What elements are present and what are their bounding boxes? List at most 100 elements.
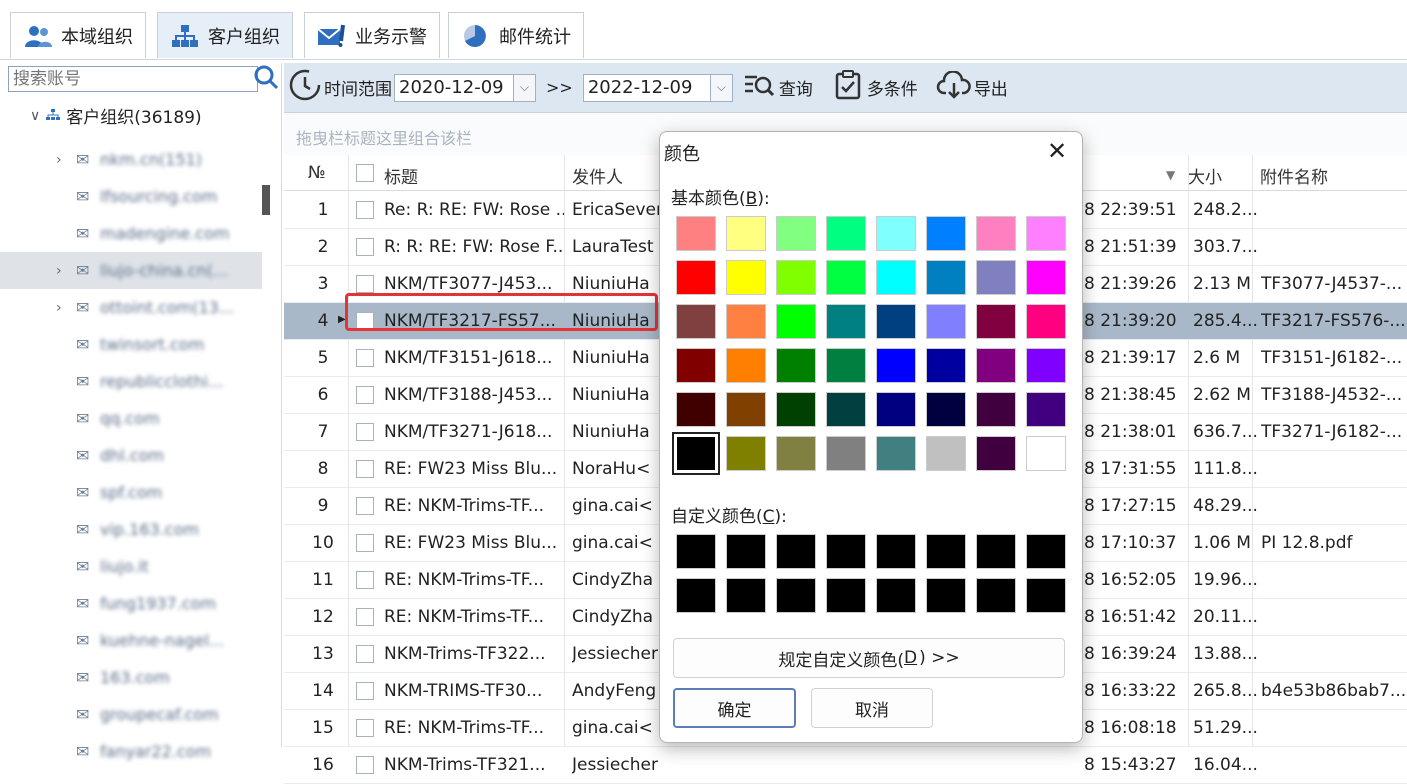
basic-color-swatch[interactable]: [826, 260, 866, 295]
chevron-down-icon[interactable]: ⌵: [710, 73, 733, 102]
basic-color-swatch[interactable]: [726, 436, 766, 471]
end-date-input[interactable]: 2022-12-09: [582, 73, 711, 102]
basic-color-swatch[interactable]: [876, 436, 916, 471]
basic-color-swatch[interactable]: [876, 216, 916, 251]
tree-item[interactable]: ✉ kuehne-nagel...: [0, 622, 262, 659]
start-date-input[interactable]: 2020-12-09: [394, 73, 514, 102]
tree-item[interactable]: ✉ fanyar22.com: [0, 733, 262, 770]
custom-color-swatch[interactable]: [776, 534, 816, 569]
basic-color-swatch[interactable]: [1026, 216, 1066, 251]
basic-color-swatch[interactable]: [776, 392, 816, 427]
tree-item[interactable]: ✉ fung1937.com: [0, 585, 262, 622]
tree-item[interactable]: ✉ qq.com: [0, 400, 262, 437]
custom-color-swatch[interactable]: [926, 578, 966, 613]
account-search-input[interactable]: [8, 66, 258, 92]
custom-color-swatch[interactable]: [976, 534, 1016, 569]
tree-item[interactable]: ✉ vip.163.com: [0, 511, 262, 548]
multi-condition-button[interactable]: 多条件: [835, 70, 918, 105]
row-checkbox[interactable]: [356, 571, 374, 589]
close-icon[interactable]: ✕: [1040, 136, 1074, 166]
basic-color-swatch[interactable]: [926, 304, 966, 339]
tab-local-org[interactable]: 本域组织: [10, 12, 146, 58]
basic-color-swatch[interactable]: [676, 216, 716, 251]
basic-color-swatch[interactable]: [826, 392, 866, 427]
row-checkbox[interactable]: [356, 386, 374, 404]
row-checkbox[interactable]: [356, 682, 374, 700]
basic-color-swatch[interactable]: [876, 348, 916, 383]
sort-desc-icon[interactable]: ▼: [1166, 168, 1175, 182]
tab-mail-stats[interactable]: 邮件统计: [448, 12, 584, 58]
custom-color-swatch[interactable]: [826, 534, 866, 569]
basic-color-swatch[interactable]: [776, 216, 816, 251]
row-checkbox[interactable]: [356, 201, 374, 219]
custom-color-swatch[interactable]: [876, 534, 916, 569]
basic-color-swatch[interactable]: [676, 348, 716, 383]
tree-item[interactable]: › ✉ ottoint.com(13...: [0, 289, 262, 326]
col-header-no[interactable]: №: [308, 163, 326, 183]
basic-color-swatch[interactable]: [976, 392, 1016, 427]
basic-color-swatch[interactable]: [876, 260, 916, 295]
custom-color-swatch[interactable]: [676, 534, 716, 569]
basic-color-swatch[interactable]: [676, 260, 716, 295]
basic-color-swatch[interactable]: [976, 304, 1016, 339]
basic-color-swatch[interactable]: [826, 304, 866, 339]
chevron-right-icon[interactable]: ›: [56, 300, 74, 316]
basic-color-swatch[interactable]: [976, 436, 1016, 471]
query-button[interactable]: 查询: [743, 72, 813, 103]
basic-color-swatch[interactable]: [726, 304, 766, 339]
basic-color-swatch[interactable]: [926, 348, 966, 383]
tree-item[interactable]: ✉ liujo.it: [0, 548, 262, 585]
basic-color-swatch[interactable]: [826, 216, 866, 251]
row-checkbox[interactable]: [356, 423, 374, 441]
tree-item[interactable]: ✉ twinsort.com: [0, 326, 262, 363]
basic-color-swatch[interactable]: [672, 432, 720, 475]
basic-color-swatch[interactable]: [826, 436, 866, 471]
basic-color-swatch[interactable]: [826, 348, 866, 383]
ok-button[interactable]: 确定: [673, 688, 796, 728]
custom-color-swatch[interactable]: [726, 534, 766, 569]
search-icon[interactable]: [252, 64, 280, 92]
col-header-attachment[interactable]: 附件名称: [1260, 163, 1328, 188]
chevron-down-icon[interactable]: ⌵: [514, 73, 536, 102]
row-checkbox[interactable]: [356, 460, 374, 478]
custom-color-swatch[interactable]: [1026, 578, 1066, 613]
basic-color-swatch[interactable]: [1026, 392, 1066, 427]
basic-color-swatch[interactable]: [676, 304, 716, 339]
custom-color-swatch[interactable]: [676, 578, 716, 613]
row-checkbox[interactable]: [356, 349, 374, 367]
basic-color-swatch[interactable]: [776, 348, 816, 383]
custom-color-swatch[interactable]: [726, 578, 766, 613]
col-header-sender[interactable]: 发件人: [572, 163, 623, 188]
basic-color-swatch[interactable]: [1026, 436, 1066, 471]
basic-color-swatch[interactable]: [876, 392, 916, 427]
basic-color-swatch[interactable]: [676, 392, 716, 427]
tree-item[interactable]: ✉ groupecaf.com: [0, 696, 262, 733]
basic-color-swatch[interactable]: [926, 216, 966, 251]
basic-color-swatch[interactable]: [926, 260, 966, 295]
basic-color-swatch[interactable]: [976, 348, 1016, 383]
tree-item[interactable]: ✉ dhl.com: [0, 437, 262, 474]
row-checkbox[interactable]: [356, 645, 374, 663]
tree-item[interactable]: ✉ spf.com: [0, 474, 262, 511]
table-row[interactable]: 16 NKM-Trims-TF321... Jessiecher 8 15:43:27…: [284, 747, 1407, 784]
tree-item[interactable]: ✉ 163.com: [0, 659, 262, 696]
custom-color-swatch[interactable]: [976, 578, 1016, 613]
basic-color-swatch[interactable]: [726, 260, 766, 295]
basic-color-swatch[interactable]: [976, 216, 1016, 251]
row-checkbox[interactable]: [356, 275, 374, 293]
tree-scrollbar[interactable]: [262, 185, 270, 215]
custom-color-swatch[interactable]: [1026, 534, 1066, 569]
basic-color-swatch[interactable]: [1026, 260, 1066, 295]
custom-color-swatch[interactable]: [826, 578, 866, 613]
chevron-right-icon[interactable]: ›: [56, 152, 74, 168]
row-checkbox[interactable]: [356, 719, 374, 737]
col-header-size[interactable]: 大小: [1188, 163, 1222, 188]
basic-color-swatch[interactable]: [926, 436, 966, 471]
basic-color-swatch[interactable]: [1026, 348, 1066, 383]
basic-color-swatch[interactable]: [776, 304, 816, 339]
tree-item[interactable]: › ✉ liujo-china.cn(...: [0, 252, 262, 289]
tree-item[interactable]: ✉ lfsourcing.com: [0, 178, 262, 215]
row-checkbox[interactable]: [356, 756, 374, 774]
cancel-button[interactable]: 取消: [811, 688, 933, 728]
tab-client-org[interactable]: 客户组织: [157, 12, 293, 58]
